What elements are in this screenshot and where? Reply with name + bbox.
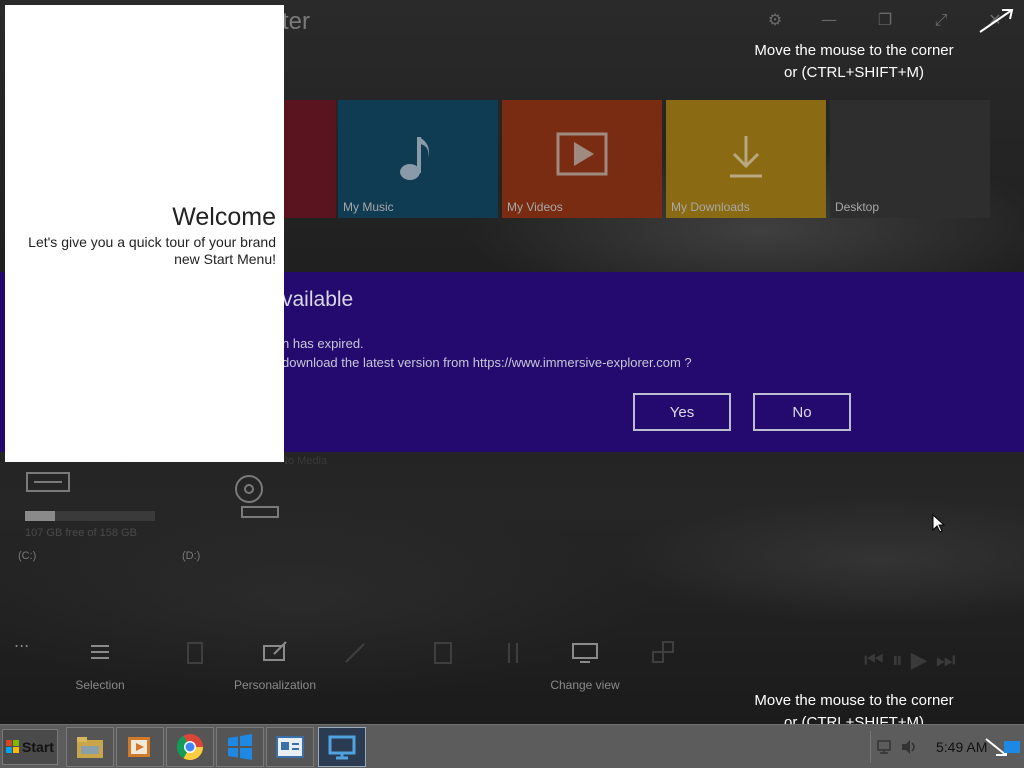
music-note-icon [400,137,429,180]
drive-c-free-text: 107 GB free of 158 GB [25,527,137,539]
windows-flag-icon [6,740,20,753]
tile-my-videos[interactable]: My Videos [502,100,662,218]
hint-line: Move the mouse to the corner [754,692,954,709]
tile-label: My Downloads [671,200,750,214]
hint-line: Move the mouse to the corner [754,42,954,59]
play-icon [556,132,608,176]
toolbar-faded-item [618,640,708,674]
tile-label: My Videos [507,200,563,214]
download-icon [730,136,762,178]
taskbar-windows[interactable] [216,727,264,767]
hard-drive-icon [26,472,70,492]
faded-icon [508,643,518,663]
tile-my-downloads[interactable]: My Downloads [666,100,826,218]
control-panel-icon [276,736,304,758]
welcome-title: Welcome [172,203,276,231]
personalization-label: Personalization [233,678,317,692]
minimize-icon[interactable]: — [818,10,840,29]
drive-c-usage-fill [25,511,55,521]
chrome-icon [176,734,204,761]
network-icon[interactable] [876,739,894,755]
tile-desktop[interactable]: Desktop [830,100,990,218]
clock[interactable]: 5:49 AM [936,739,987,755]
drive-d-label[interactable]: (D:) [182,550,200,562]
yes-button[interactable]: Yes [633,393,731,431]
faded-grid-icon [652,641,674,663]
tray-divider [870,731,871,763]
tile-label: Desktop [835,200,880,214]
top-corner-hint: Move the mouse to the corner or (CTRL+SH… [704,40,1004,84]
show-desktop-button[interactable] [1004,741,1020,753]
personalization-button[interactable]: Personalization [230,640,320,693]
desktop-icon [328,735,356,760]
toolbar-faded-item [310,640,400,674]
optical-drive-icon [235,475,279,518]
faded-icon [434,642,452,664]
mouse-cursor-icon [932,514,946,533]
media-player-icon [128,737,150,757]
settings-gear-icon[interactable]: ⚙ [764,10,786,29]
update-message-line1: n has expired. [282,336,364,351]
tile-label: My Music [343,200,394,214]
faded-icon [187,642,203,664]
change-view-label: Change view [550,678,620,692]
taskbar-chrome[interactable] [166,727,214,767]
update-message-line2: download the latest version from https:/… [282,355,692,370]
hint-line: or (CTRL+SHIFT+M) [783,64,924,81]
update-title: vailable [282,288,354,311]
toolbar-faded-item [150,640,240,674]
selection-label: Selection [75,678,125,692]
selection-button[interactable]: Selection [55,640,145,693]
drive-c-usage-bar [25,511,155,521]
tile-my-music[interactable]: My Music [338,100,498,218]
welcome-text: Let's give you a quick tour of your bran… [28,234,276,267]
drive-c-label[interactable]: (C:) [18,550,36,562]
file-explorer-icon [77,737,103,758]
change-view-button[interactable]: Change view [540,640,630,693]
fullscreen-icon[interactable]: ⤢ [930,10,952,30]
taskbar: Start 5:49 AM [0,724,1024,768]
personalization-icon [263,641,287,661]
taskbar-desktop-app[interactable] [318,727,366,767]
corner-arrow-icon [979,9,1014,33]
windows-icon [228,734,252,760]
taskbar-file-explorer[interactable] [66,727,114,767]
volume-icon[interactable] [900,739,918,755]
app-title: ter [282,8,311,35]
taskbar-media-player[interactable] [116,727,164,767]
tile-partial[interactable] [284,100,336,218]
more-options-button[interactable]: ... [14,632,29,651]
taskbar-control-panel[interactable] [266,727,314,767]
no-media-text: No Media [280,455,328,467]
no-button[interactable]: No [753,393,851,431]
start-label: Start [22,739,54,755]
selection-icon [91,645,109,659]
welcome-panel: Welcome Let's give you a quick tour of y… [5,5,284,462]
media-controls: ⏮⏸▶⏭ [864,648,964,673]
start-button[interactable]: Start [2,729,58,765]
restore-icon[interactable]: ❐ [874,10,896,29]
keyboard-icon [572,643,598,663]
faded-icon [345,643,365,663]
